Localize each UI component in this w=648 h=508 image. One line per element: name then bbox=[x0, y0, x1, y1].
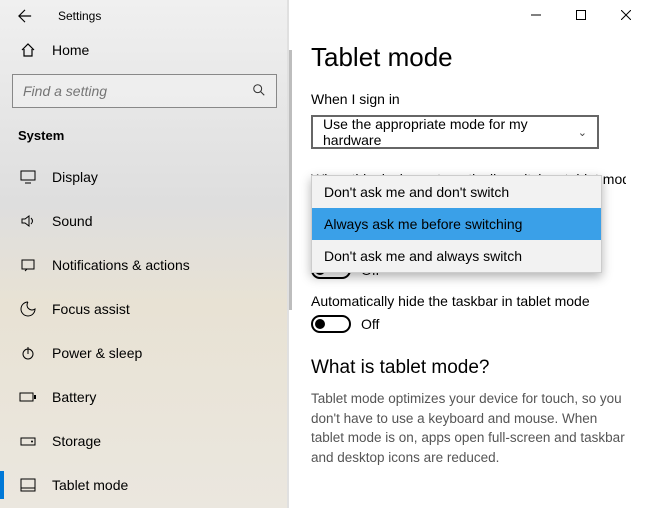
dropdown-option[interactable]: Don't ask me and don't switch bbox=[312, 176, 601, 208]
nav-home[interactable]: Home bbox=[0, 32, 289, 68]
dropdown-option-selected[interactable]: Always ask me before switching bbox=[312, 208, 601, 240]
search-input[interactable] bbox=[23, 83, 252, 99]
nav-storage[interactable]: Storage bbox=[0, 419, 289, 463]
titlebar: Settings bbox=[0, 0, 289, 32]
sidebar: Settings Home System Display Sound Notif… bbox=[0, 0, 289, 508]
nav-label: Storage bbox=[52, 433, 101, 449]
nav-label: Sound bbox=[52, 213, 92, 229]
nav-label: Display bbox=[52, 169, 98, 185]
nav-power-sleep[interactable]: Power & sleep bbox=[0, 331, 289, 375]
nav-focus-assist[interactable]: Focus assist bbox=[0, 287, 289, 331]
nav-tablet-mode[interactable]: Tablet mode bbox=[0, 463, 289, 507]
home-icon bbox=[18, 42, 38, 58]
scrollbar[interactable] bbox=[289, 50, 292, 310]
chevron-down-icon: ⌄ bbox=[578, 126, 587, 139]
page-heading: Tablet mode bbox=[311, 42, 626, 73]
section-header: System bbox=[0, 120, 289, 155]
maximize-button[interactable] bbox=[558, 0, 603, 30]
what-heading: What is tablet mode? bbox=[311, 357, 626, 379]
battery-icon bbox=[18, 391, 38, 403]
window-controls bbox=[513, 0, 648, 30]
auto-hide-label: Automatically hide the taskbar in tablet… bbox=[311, 293, 626, 309]
close-button[interactable] bbox=[603, 0, 648, 30]
nav-label: Notifications & actions bbox=[52, 257, 190, 273]
auto-hide-toggle[interactable] bbox=[311, 315, 351, 333]
power-icon bbox=[18, 345, 38, 361]
display-icon bbox=[18, 170, 38, 184]
back-button[interactable] bbox=[10, 1, 40, 31]
nav-label: Battery bbox=[52, 389, 96, 405]
signin-value: Use the appropriate mode for my hardware bbox=[323, 116, 578, 148]
sound-icon bbox=[18, 214, 38, 228]
signin-label: When I sign in bbox=[311, 91, 626, 107]
auto-hide-state: Off bbox=[361, 316, 379, 332]
content-pane: Tablet mode When I sign in Use the appro… bbox=[289, 0, 648, 508]
minimize-button[interactable] bbox=[513, 0, 558, 30]
nav-label: Focus assist bbox=[52, 301, 130, 317]
switch-mode-dropdown: Don't ask me and don't switch Always ask… bbox=[311, 175, 602, 273]
nav-battery[interactable]: Battery bbox=[0, 375, 289, 419]
focus-assist-icon bbox=[18, 301, 38, 317]
window-title: Settings bbox=[58, 9, 101, 23]
nav-notifications[interactable]: Notifications & actions bbox=[0, 243, 289, 287]
nav-display[interactable]: Display bbox=[0, 155, 289, 199]
search-box[interactable] bbox=[12, 74, 277, 108]
storage-icon bbox=[18, 435, 38, 447]
nav-label: Tablet mode bbox=[52, 477, 128, 493]
tablet-mode-icon bbox=[18, 478, 38, 492]
dropdown-option[interactable]: Don't ask me and always switch bbox=[312, 240, 601, 272]
what-description: Tablet mode optimizes your device for to… bbox=[311, 389, 626, 467]
nav-home-label: Home bbox=[52, 42, 89, 58]
notifications-icon bbox=[18, 258, 38, 272]
signin-select[interactable]: Use the appropriate mode for my hardware… bbox=[311, 115, 599, 149]
nav-sound[interactable]: Sound bbox=[0, 199, 289, 243]
nav-label: Power & sleep bbox=[52, 345, 142, 361]
search-icon bbox=[252, 83, 266, 100]
